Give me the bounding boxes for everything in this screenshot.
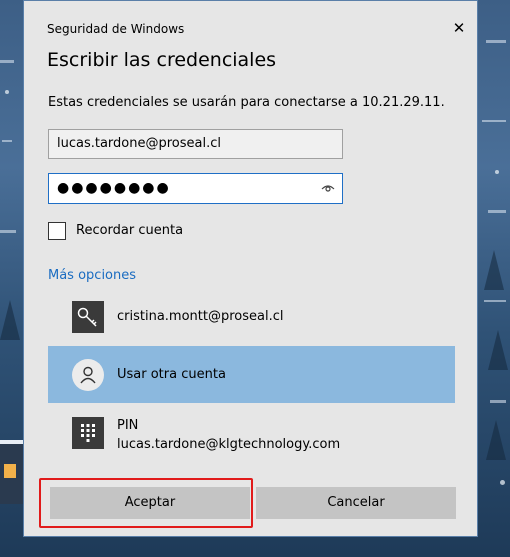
close-icon[interactable]: ✕ (451, 20, 467, 36)
eye-icon[interactable] (321, 182, 335, 194)
dialog-title: Escribir las credenciales (47, 49, 277, 71)
credentials-dialog: Seguridad de Windows ✕ Escribir las cred… (23, 0, 478, 537)
window-caption: Seguridad de Windows (47, 22, 185, 36)
remember-checkbox[interactable] (48, 222, 66, 240)
more-options-link[interactable]: Más opciones (48, 268, 136, 283)
account-label: cristina.montt@proseal.cl (117, 309, 284, 324)
cancel-button[interactable]: Cancelar (256, 487, 456, 519)
dialog-description: Estas credenciales se usarán para conect… (48, 95, 445, 110)
cabin (0, 440, 24, 504)
key-icon (72, 301, 104, 333)
accept-button[interactable]: Aceptar (50, 487, 250, 519)
account-option-cristina[interactable]: cristina.montt@proseal.cl (48, 288, 455, 345)
account-option-other[interactable]: Usar otra cuenta (48, 346, 455, 403)
account-sublabel: lucas.tardone@klgtechnology.com (117, 437, 341, 452)
username-field[interactable]: lucas.tardone@proseal.cl (48, 129, 343, 159)
account-option-pin[interactable]: PIN lucas.tardone@klgtechnology.com (48, 404, 455, 461)
remember-label[interactable]: Recordar cuenta (76, 223, 183, 238)
keypad-icon (72, 417, 104, 449)
account-label: PIN (117, 418, 139, 433)
account-label: Usar otra cuenta (117, 367, 226, 382)
password-field[interactable]: ●●●●●●●● (48, 173, 343, 204)
password-mask: ●●●●●●●● (57, 180, 171, 196)
user-icon (72, 359, 104, 391)
